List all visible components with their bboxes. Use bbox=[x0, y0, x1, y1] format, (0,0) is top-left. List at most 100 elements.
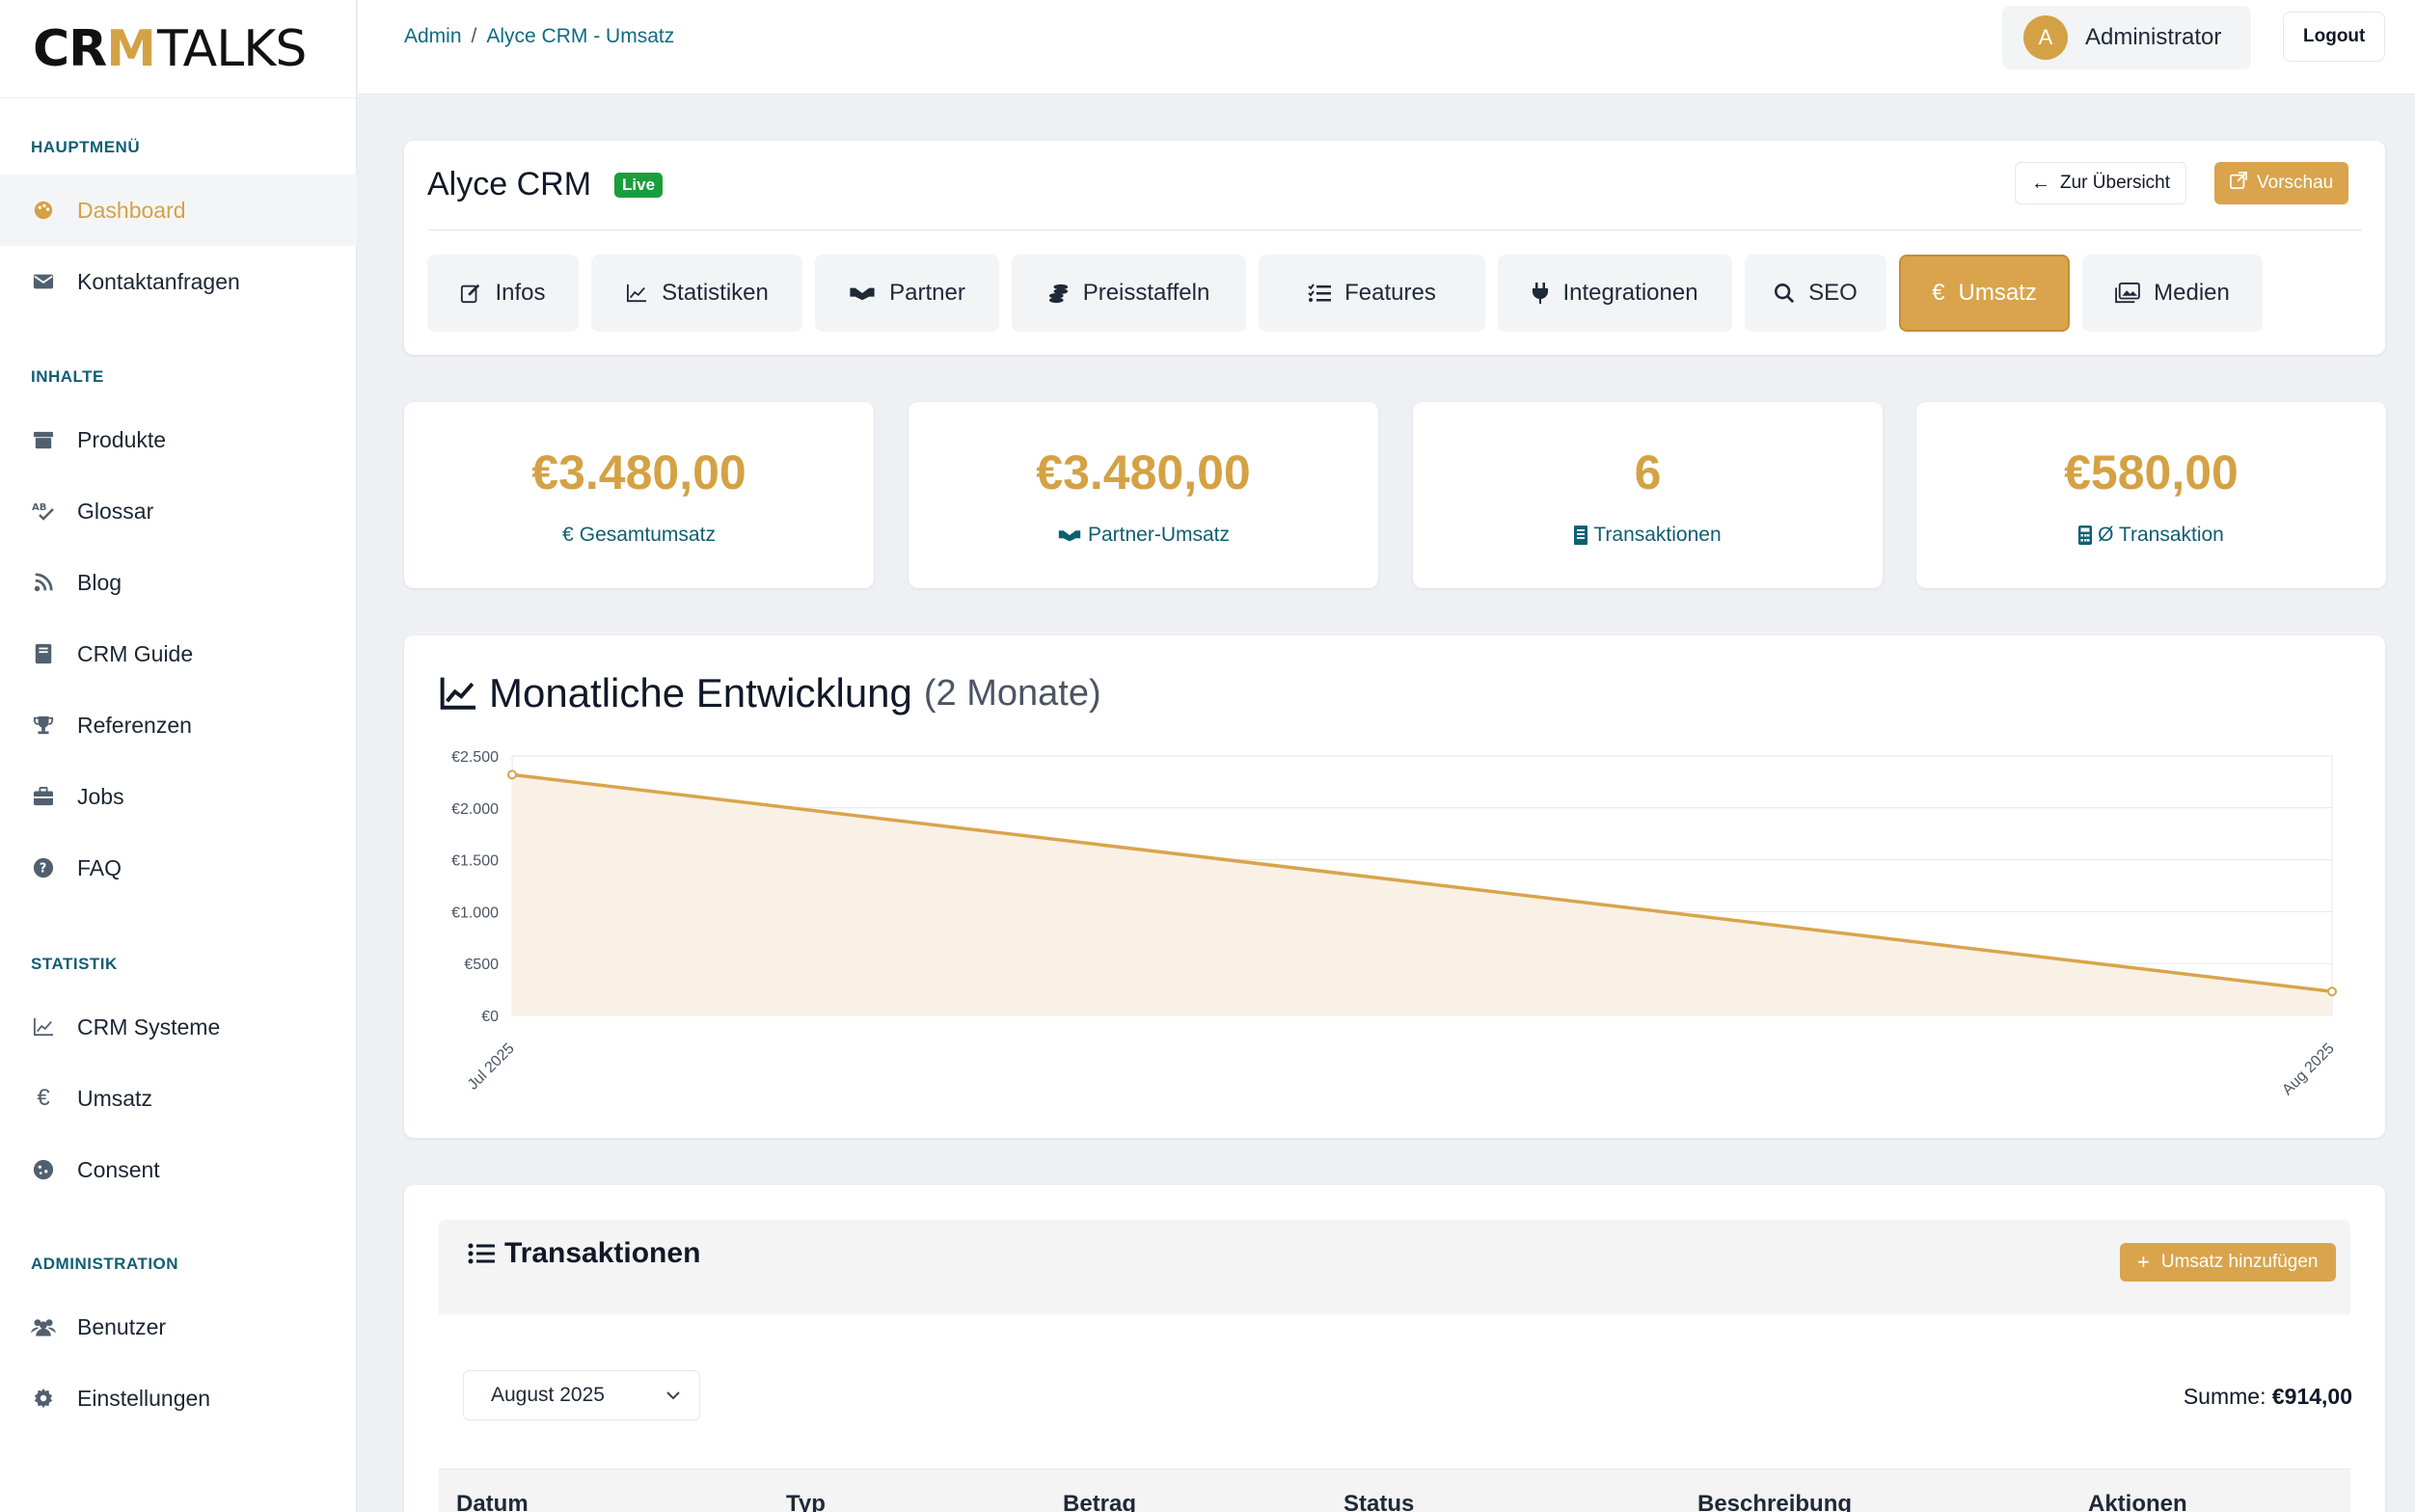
user-name: Administrator bbox=[2085, 24, 2222, 50]
stat-value: €580,00 bbox=[2064, 446, 2239, 500]
stat-card-transaktionen: 6 Transaktionen bbox=[1413, 402, 1883, 588]
line-chart-icon bbox=[31, 1014, 56, 1040]
tab-features[interactable]: Features bbox=[1259, 255, 1485, 332]
sidebar-item-label: Referenzen bbox=[77, 712, 192, 738]
list-check-icon bbox=[1308, 284, 1332, 303]
sidebar-item-referenzen[interactable]: Referenzen bbox=[0, 689, 357, 761]
breadcrumb: Admin / Alyce CRM - Umsatz bbox=[404, 25, 674, 48]
tab-infos[interactable]: Infos bbox=[427, 255, 579, 332]
stat-label: Gesamtumsatz bbox=[579, 524, 716, 546]
tab-umsatz[interactable]: € Umsatz bbox=[1899, 255, 2070, 332]
tab-label: Medien bbox=[2154, 280, 2230, 306]
tab-label: Integrationen bbox=[1562, 280, 1698, 306]
sidebar-item-kontaktanfragen[interactable]: Kontaktanfragen bbox=[0, 246, 357, 317]
sidebar-item-umsatz[interactable]: € Umsatz bbox=[0, 1063, 357, 1134]
y-tick-label: €1.000 bbox=[451, 904, 499, 921]
sidebar-item-dashboard[interactable]: Dashboard bbox=[0, 175, 357, 246]
sidebar: CR M TALKS HAUPTMENÜ Dashboard Kontaktanfr… bbox=[0, 0, 357, 1512]
sidebar-item-produkte[interactable]: Produkte bbox=[0, 404, 357, 475]
sidebar-item-jobs[interactable]: Jobs bbox=[0, 761, 357, 832]
sidebar-item-crm-systeme[interactable]: CRM Systeme bbox=[0, 991, 357, 1063]
breadcrumb-admin-link[interactable]: Admin bbox=[404, 25, 462, 47]
column-header-status[interactable]: Status bbox=[1343, 1491, 1414, 1512]
palette-icon bbox=[31, 198, 56, 223]
nav-section-administration: ADMINISTRATION bbox=[31, 1255, 179, 1273]
tab-label: Umsatz bbox=[1958, 280, 2037, 306]
y-tick-label: €500 bbox=[464, 957, 499, 973]
breadcrumb-current[interactable]: Alyce CRM - Umsatz bbox=[486, 25, 674, 47]
month-select-value: August 2025 bbox=[491, 1384, 605, 1406]
plug-icon bbox=[1532, 282, 1549, 305]
user-menu[interactable]: A Administrator bbox=[2002, 6, 2251, 69]
sum-label: Summe: bbox=[2183, 1384, 2266, 1409]
transactions-header: Transaktionen + Umsatz hinzufügen bbox=[439, 1220, 2350, 1314]
search-icon bbox=[1774, 283, 1795, 304]
users-icon bbox=[31, 1314, 56, 1339]
add-button-label: Umsatz hinzufügen bbox=[2160, 1252, 2319, 1272]
tab-integrationen[interactable]: Integrationen bbox=[1498, 255, 1732, 332]
sidebar-item-faq[interactable]: ? FAQ bbox=[0, 832, 357, 904]
sum-value: €914,00 bbox=[2271, 1384, 2352, 1409]
sidebar-item-benutzer[interactable]: Benutzer bbox=[0, 1291, 357, 1363]
column-header-datum[interactable]: Datum bbox=[456, 1491, 529, 1512]
cookie-icon bbox=[31, 1157, 56, 1182]
tab-partner[interactable]: Partner bbox=[815, 255, 999, 332]
chart-plot: €0 €500 €1.000 €1.500 €2.000 €2.500 Jul 2025 Au… bbox=[451, 749, 2338, 1098]
preview-button[interactable]: Vorschau bbox=[2214, 162, 2349, 204]
sidebar-item-consent[interactable]: Consent bbox=[0, 1134, 357, 1205]
handshake-icon bbox=[1057, 527, 1082, 543]
sidebar-item-glossar[interactable]: AB Glossar bbox=[0, 475, 357, 547]
transactions-card: Transaktionen + Umsatz hinzufügen August… bbox=[404, 1185, 2385, 1512]
tab-label: Partner bbox=[889, 280, 965, 306]
column-header-beschreibung[interactable]: Beschreibung bbox=[1697, 1491, 1852, 1512]
euro-icon: € bbox=[1932, 280, 1945, 306]
back-button-label: Zur Übersicht bbox=[2060, 173, 2171, 193]
sidebar-item-label: CRM Guide bbox=[77, 640, 194, 666]
briefcase-icon bbox=[31, 784, 56, 809]
column-header-typ[interactable]: Typ bbox=[786, 1491, 826, 1512]
preview-button-label: Vorschau bbox=[2257, 173, 2334, 193]
sidebar-item-label: Einstellungen bbox=[77, 1385, 211, 1411]
status-badge: Live bbox=[614, 172, 664, 198]
back-to-overview-button[interactable]: ← Zur Übersicht bbox=[2015, 162, 2187, 204]
tab-label: Statistiken bbox=[662, 280, 769, 306]
sidebar-item-label: Blog bbox=[77, 569, 122, 595]
sidebar-item-label: Glossar bbox=[77, 498, 154, 524]
column-header-aktionen[interactable]: Aktionen bbox=[2088, 1491, 2187, 1512]
sidebar-item-einstellungen[interactable]: Einstellungen bbox=[0, 1363, 357, 1434]
nav-section-statistik: STATISTIK bbox=[31, 955, 118, 973]
tab-label: Features bbox=[1344, 280, 1436, 306]
list-icon bbox=[468, 1242, 495, 1265]
sidebar-item-label: Dashboard bbox=[77, 197, 186, 223]
coins-icon bbox=[1048, 283, 1070, 304]
svg-text:AB: AB bbox=[32, 502, 46, 513]
nav-section-inhalte: INHALTE bbox=[31, 367, 104, 386]
box-icon bbox=[31, 427, 56, 452]
tab-label: SEO bbox=[1808, 280, 1858, 306]
tab-label: Preisstaffeln bbox=[1082, 280, 1210, 306]
sidebar-item-blog[interactable]: Blog bbox=[0, 547, 357, 618]
logo[interactable]: CR M TALKS bbox=[0, 0, 356, 98]
tab-preisstaffeln[interactable]: Preisstaffeln bbox=[1012, 255, 1246, 332]
tab-medien[interactable]: Medien bbox=[2082, 255, 2263, 332]
logo-part-2: M bbox=[106, 19, 156, 78]
line-chart-icon bbox=[625, 284, 648, 303]
euro-icon: € bbox=[37, 1085, 50, 1111]
external-link-icon bbox=[2230, 172, 2247, 195]
tab-statistiken[interactable]: Statistiken bbox=[591, 255, 802, 332]
logo-part-1: CR bbox=[33, 19, 107, 78]
stat-card-avg-transaktion: €580,00 Ø Transaktion bbox=[1916, 402, 2386, 588]
stat-value: 6 bbox=[1634, 446, 1662, 500]
add-revenue-button[interactable]: + Umsatz hinzufügen bbox=[2120, 1243, 2336, 1282]
gear-icon bbox=[31, 1386, 56, 1411]
column-header-betrag[interactable]: Betrag bbox=[1063, 1491, 1136, 1512]
arrow-left-icon: ← bbox=[2031, 172, 2050, 194]
sidebar-item-crm-guide[interactable]: CRM Guide bbox=[0, 618, 357, 689]
y-tick-label: €1.500 bbox=[451, 853, 499, 870]
tab-seo[interactable]: SEO bbox=[1745, 255, 1886, 332]
data-point bbox=[2327, 986, 2337, 997]
data-point bbox=[507, 770, 517, 780]
page-title-text: Alyce CRM bbox=[427, 166, 592, 202]
month-select[interactable]: August 2025 bbox=[463, 1370, 700, 1420]
logout-button[interactable]: Logout bbox=[2283, 12, 2386, 62]
